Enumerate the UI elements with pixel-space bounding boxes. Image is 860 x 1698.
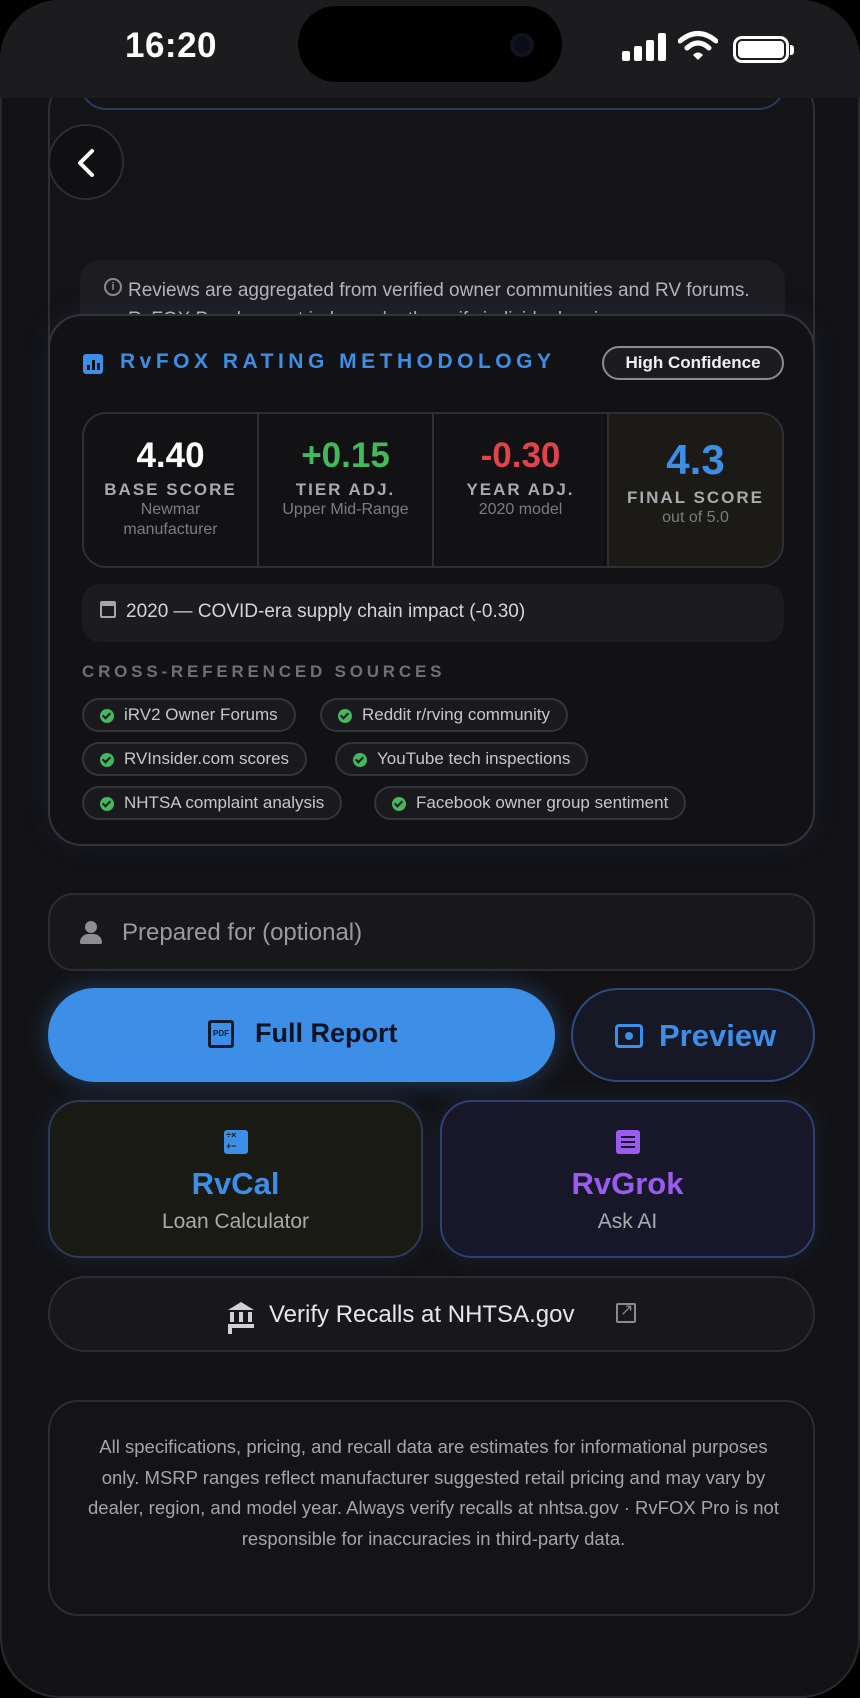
calendar-icon: [100, 601, 116, 618]
base-score-cell: 4.40 BASE SCORE Newmar manufacturer: [84, 414, 259, 566]
full-report-button[interactable]: PDF Full Report: [48, 988, 555, 1082]
rating-methodology-card: RvFOX RATING METHODOLOGY High Confidence…: [48, 314, 815, 846]
year-adj-label: YEAR ADJ.: [466, 480, 575, 499]
tier-adj-cell: +0.15 TIER ADJ. Upper Mid-Range: [259, 414, 434, 566]
rvcal-title: RvCal: [191, 1166, 280, 1201]
status-bar: 16:20: [0, 0, 860, 98]
final-score-cell: 4.3 FINAL SCORE out of 5.0: [609, 414, 782, 566]
chevron-left-icon: [78, 149, 94, 177]
year-note-text: 2020 — COVID-era supply chain impact (-0…: [126, 601, 526, 622]
calculator-icon: [224, 1130, 248, 1154]
signal-icon: [622, 33, 666, 61]
back-button[interactable]: [48, 124, 124, 200]
full-report-label: Full Report: [255, 1018, 398, 1048]
source-chip-label: iRV2 Owner Forums: [124, 705, 278, 724]
prepared-for-input[interactable]: [122, 913, 782, 953]
info-icon: i: [104, 278, 122, 296]
status-time: 16:20: [125, 26, 218, 65]
preview-label: Preview: [659, 1018, 777, 1053]
tier-adj-value: +0.15: [301, 436, 390, 475]
scroll-content[interactable]: i Reviews are aggregated from verified o…: [0, 70, 860, 1698]
person-icon: [80, 921, 102, 945]
rvgrok-button[interactable]: RvGrok Ask AI: [440, 1100, 815, 1258]
source-chip-label: YouTube tech inspections: [377, 749, 571, 768]
source-chip: NHTSA complaint analysis: [82, 786, 343, 820]
confidence-badge: High Confidence: [602, 346, 784, 380]
base-score-value: 4.40: [136, 436, 205, 475]
source-chip: Facebook owner group sentiment: [374, 786, 687, 820]
legal-disclaimer-text: All specifications, pricing, and recall …: [88, 1436, 779, 1549]
score-breakdown: 4.40 BASE SCORE Newmar manufacturer +0.1…: [82, 412, 784, 568]
wifi-icon: [678, 31, 718, 60]
rvgrok-subtitle: Ask AI: [597, 1210, 658, 1233]
check-circle-icon: [353, 753, 367, 767]
source-chip-label: RVInsider.com scores: [124, 749, 290, 768]
check-circle-icon: [100, 709, 114, 723]
source-chip: RVInsider.com scores: [82, 742, 308, 776]
chat-icon: [616, 1130, 640, 1154]
source-chip: YouTube tech inspections: [335, 742, 589, 776]
eye-icon: [615, 1024, 643, 1048]
preview-button[interactable]: Preview: [571, 988, 815, 1082]
sources-title: CROSS-REFERENCED SOURCES: [82, 662, 446, 681]
source-chip-label: Facebook owner group sentiment: [416, 793, 669, 812]
year-adjustment-note: 2020 — COVID-era supply chain impact (-0…: [82, 584, 784, 642]
bank-icon-base: [228, 1324, 254, 1328]
external-link-icon: [616, 1300, 636, 1323]
year-adj-sub: 2020 model: [478, 501, 563, 518]
final-score-value: 4.3: [666, 436, 725, 483]
phone-screen: 16:20 i Reviews are aggregated from veri…: [0, 0, 860, 1698]
check-circle-icon: [100, 797, 114, 811]
source-chip-label: NHTSA complaint analysis: [124, 793, 325, 812]
pdf-icon: PDF: [208, 1020, 234, 1048]
prepared-for-field[interactable]: [48, 893, 815, 971]
final-score-label: FINAL SCORE: [627, 488, 764, 507]
rvcal-subtitle: Loan Calculator: [161, 1210, 310, 1233]
tier-adj-sub: Upper Mid-Range: [282, 501, 409, 518]
check-circle-icon: [392, 797, 406, 811]
source-chip: iRV2 Owner Forums: [82, 698, 296, 732]
base-score-sub: Newmar manufacturer: [123, 501, 218, 538]
year-adj-cell: -0.30 YEAR ADJ. 2020 model: [434, 414, 609, 566]
final-score-sub: out of 5.0: [662, 509, 729, 526]
camera-icon: [510, 33, 534, 57]
bar-chart-icon: [83, 354, 103, 374]
base-score-label: BASE SCORE: [104, 480, 237, 499]
check-circle-icon: [338, 709, 352, 723]
verify-recalls-button[interactable]: Verify Recalls at NHTSA.gov: [48, 1276, 815, 1352]
tier-adj-label: TIER ADJ.: [295, 480, 396, 499]
battery-icon: [733, 36, 794, 63]
source-chip: Reddit r/rving community: [320, 698, 569, 732]
source-chip-label: Reddit r/rving community: [362, 705, 551, 724]
rvcal-button[interactable]: RvCal Loan Calculator: [48, 1100, 423, 1258]
year-adj-value: -0.30: [480, 436, 561, 475]
verify-recalls-label: Verify Recalls at NHTSA.gov: [269, 1301, 575, 1328]
rvgrok-title: RvGrok: [571, 1166, 684, 1201]
methodology-title: RvFOX RATING METHODOLOGY: [120, 350, 556, 373]
check-circle-icon: [100, 753, 114, 767]
legal-disclaimer: All specifications, pricing, and recall …: [48, 1400, 815, 1616]
